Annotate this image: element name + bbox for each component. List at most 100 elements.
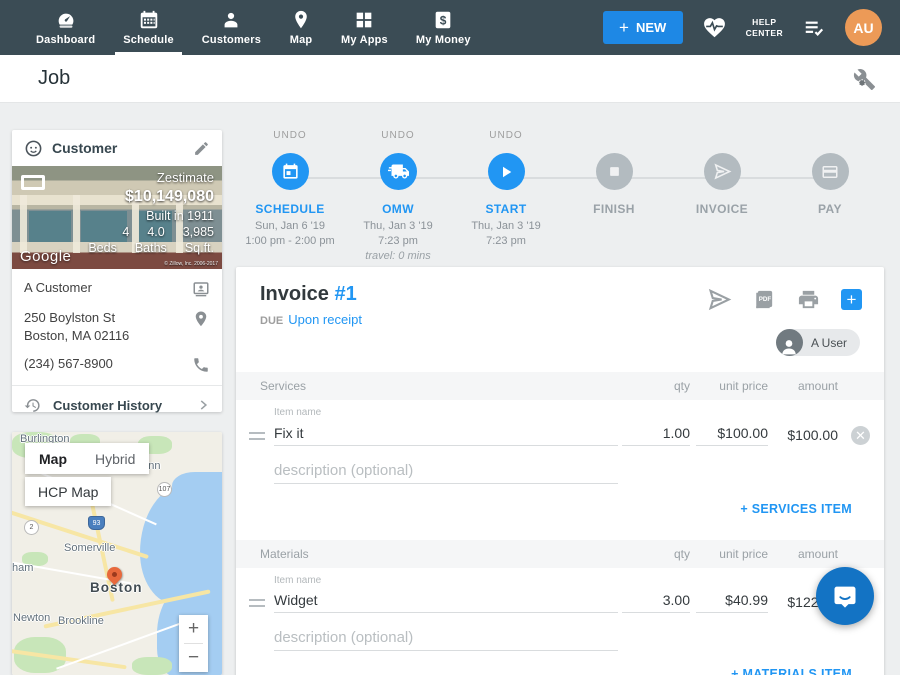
customer-history-row[interactable]: Customer History [12,386,222,424]
chat-widget-button[interactable] [816,567,874,625]
customer-address-row: 250 Boylston StBoston, MA 02116 [24,309,210,344]
finish-step-button[interactable] [596,153,633,190]
customer-card-title: Customer [52,140,193,156]
zoom-in-button[interactable]: + [179,615,208,643]
nav-item-customers[interactable]: Customers [188,0,275,55]
beds-label: Beds [88,240,117,256]
schedule-step-button[interactable] [272,153,309,190]
map-label-newton: Newton [13,612,50,624]
phone-icon[interactable] [192,356,210,374]
photo-column [20,195,27,253]
page-title: Job [38,67,70,90]
customer-address: 250 Boylston StBoston, MA 02116 [24,309,192,344]
heart-pulse-icon[interactable] [701,15,728,40]
zestimate-label: Zestimate [88,170,214,187]
material-qty-input[interactable] [622,587,690,613]
step-label: PAY [818,202,842,216]
nav-item-schedule[interactable]: Schedule [109,0,188,55]
location-pin-icon[interactable] [192,310,210,328]
face-icon [24,139,43,158]
timeline-step-finish: FINISH [560,130,668,264]
add-invoice-item-button[interactable]: + [841,289,862,310]
invoice-step-button[interactable] [704,153,741,190]
undo-schedule-button[interactable]: UNDO [273,130,306,143]
customer-phone: (234) 567-8900 [24,355,192,373]
add-services-item-button[interactable]: + SERVICES ITEM [740,502,852,516]
customer-name: A Customer [24,279,192,297]
svg-text:$: $ [440,14,447,28]
step-time: 7:23 pm [363,234,432,249]
truck-icon [388,161,409,182]
start-step-button[interactable] [488,153,525,190]
undo-omw-button[interactable]: UNDO [381,130,414,143]
play-icon [497,163,515,181]
amount-column-header: amount [798,547,838,561]
nav-label: My Money [416,34,471,46]
step-time: 7:23 pm [471,234,540,249]
nav-label: Map [290,34,313,46]
service-unit-price-input[interactable] [696,420,768,446]
qty-column-header: qty [674,547,690,561]
assignee-chip[interactable]: A User [776,329,860,356]
map-pin-icon [289,9,313,31]
page-header: Job [0,55,900,103]
schedule-calendar-icon [137,9,161,31]
step-label: OMW [382,202,414,216]
property-photo[interactable]: Zestimate $10,149,080 Built in 1911 4 4.… [12,166,222,269]
hcp-map-button[interactable]: HCP Map [25,477,111,506]
drag-handle[interactable] [249,432,265,444]
user-avatar[interactable]: AU [845,9,882,46]
timeline-step-schedule: UNDO SCHEDULE Sun, Jan 6 '19 1:00 pm - 2… [236,130,344,264]
nav-item-my-apps[interactable]: My Apps [327,0,402,55]
customer-card: Customer Zestimate $10,149,080 Built in … [12,130,222,412]
invoice-actions: PDF + [707,287,862,312]
invoice-number[interactable]: #1 [334,283,356,305]
chat-icon [831,582,859,610]
nav-label: My Apps [341,34,388,46]
step-detail: Sun, Jan 6 '19 1:00 pm - 2:00 pm [245,219,334,249]
pdf-icon[interactable]: PDF [753,288,776,311]
apps-grid-icon [352,9,376,31]
drag-handle[interactable] [249,599,265,611]
plus-icon: + [619,19,629,36]
help-center-link[interactable]: HELP CENTER [746,17,783,38]
print-icon[interactable] [797,288,820,311]
baths-value: 4.0 [147,224,164,240]
zillow-copyright: © Zillow, Inc. 2006-2017 [164,261,218,267]
send-invoice-icon[interactable] [707,287,732,312]
service-description-input[interactable] [274,458,618,484]
new-button[interactable]: + NEW [603,11,683,44]
material-unit-price-input[interactable] [696,587,768,613]
unit-price-column-header: unit price [719,547,768,561]
map-type-map-button[interactable]: Map [25,443,81,474]
materials-header-label: Materials [260,547,309,561]
material-description-input[interactable] [274,625,618,651]
google-map[interactable]: Burlington Lynn Somerville ham Boston Ne… [12,432,222,675]
materials-section-header: Materials qty unit price amount [236,540,884,568]
nav-item-dashboard[interactable]: Dashboard [22,0,109,55]
street-view-toggle-icon[interactable] [21,175,45,190]
contact-card-icon[interactable] [192,280,210,298]
service-qty-input[interactable] [622,420,690,446]
omw-step-button[interactable] [380,153,417,190]
nav-item-map[interactable]: Map [275,0,327,55]
material-item-name-input[interactable] [274,587,618,613]
app-window: Dashboard Schedule Customers Map My Apps… [0,0,900,675]
zestimate-overlay: Zestimate $10,149,080 Built in 1911 4 4.… [88,170,214,256]
job-tools-icon[interactable] [853,68,876,91]
map-type-hybrid-button[interactable]: Hybrid [81,443,149,474]
undo-start-button[interactable]: UNDO [489,130,522,143]
checklist-icon[interactable] [801,17,827,39]
edit-pencil-icon[interactable] [193,140,210,157]
address-line1: 250 Boylston St [24,310,115,325]
history-clock-icon [24,397,41,414]
remove-service-item-button[interactable]: ✕ [851,426,870,445]
service-item-name-input[interactable] [274,420,618,446]
person-icon [779,336,799,356]
nav-item-my-money[interactable]: $ My Money [402,0,485,55]
step-travel: travel: 0 mins [363,249,432,264]
due-value-link[interactable]: Upon receipt [288,312,362,327]
add-materials-item-button[interactable]: + MATERIALS ITEM [731,667,852,675]
pay-step-button[interactable] [812,153,849,190]
zoom-out-button[interactable]: − [179,644,208,672]
